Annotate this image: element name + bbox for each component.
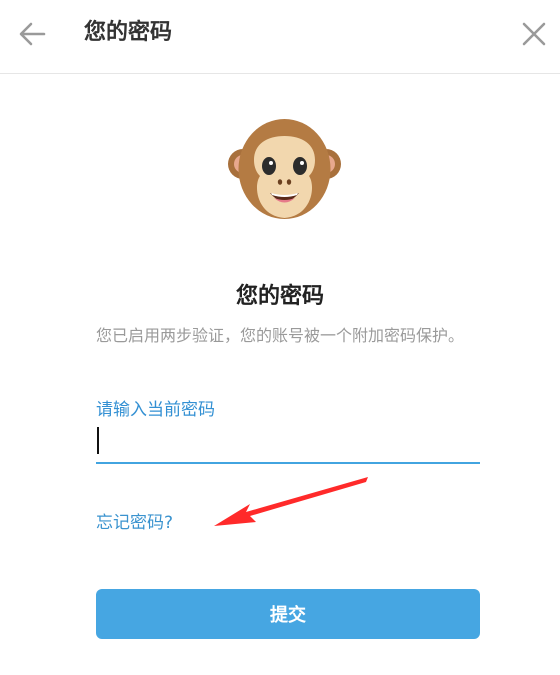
text-caret <box>97 427 99 454</box>
page-title: 您的密码 <box>235 284 324 309</box>
close-button[interactable] <box>516 16 552 52</box>
description-text: 您已启用两步验证，您的账号被一个附加密码保护。 <box>95 326 464 345</box>
dialog-header: 您的密码 <box>0 0 560 74</box>
monkey-face-icon <box>228 119 341 219</box>
back-button[interactable] <box>14 16 50 52</box>
header-title: 您的密码 <box>84 20 173 45</box>
close-icon <box>522 22 546 46</box>
forgot-password-link[interactable]: 忘记密码? <box>96 511 173 535</box>
password-input[interactable] <box>96 424 480 464</box>
submit-button[interactable]: 提交 <box>96 589 480 639</box>
password-label: 请输入当前密码 <box>96 400 215 420</box>
password-dialog: 您的密码 您的密码 您已启用两步验证，您的账号被一个附加密码保护。 请输入当前密… <box>0 0 560 675</box>
red-arrow-icon <box>214 477 368 526</box>
arrow-left-icon <box>19 22 46 46</box>
